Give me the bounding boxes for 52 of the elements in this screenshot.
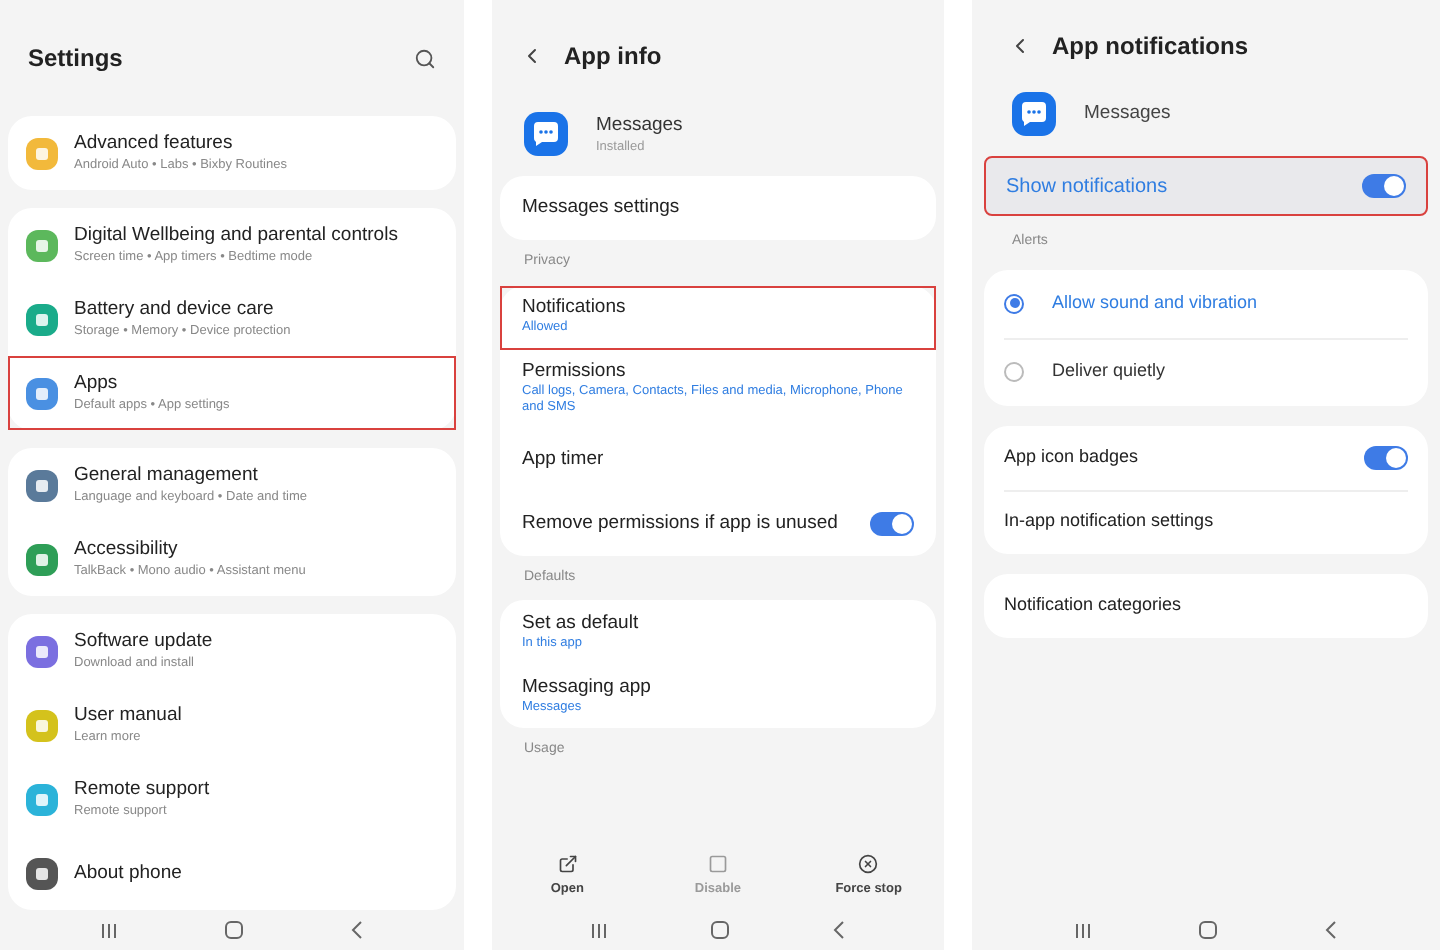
home-icon[interactable] xyxy=(223,920,244,940)
external-link-icon xyxy=(557,853,578,874)
item-title: Digital Wellbeing and parental controls xyxy=(74,224,398,248)
item-title: Apps xyxy=(74,372,120,396)
item-title: Notifications xyxy=(522,296,626,320)
item-title: Software update xyxy=(74,630,213,654)
back-icon[interactable] xyxy=(831,920,846,940)
home-icon[interactable] xyxy=(709,920,730,940)
item-title: Remote support xyxy=(74,778,210,802)
radio-button[interactable] xyxy=(1004,293,1024,313)
item-title: Accessibility xyxy=(74,538,180,562)
search-icon[interactable] xyxy=(414,47,436,69)
settings-item[interactable]: App icon badges xyxy=(1004,425,1408,489)
item-title: Messages settings xyxy=(522,196,680,220)
home-icon[interactable] xyxy=(1197,920,1218,940)
item-title: User manual xyxy=(74,704,182,728)
back-icon[interactable] xyxy=(349,920,364,940)
settings-item[interactable]: In-app notification settings xyxy=(1004,489,1408,553)
item-title: Battery and device care xyxy=(74,298,276,322)
page-title: Settings xyxy=(28,42,123,76)
chat-bubble-icon xyxy=(1012,92,1056,136)
chat-bubble-icon xyxy=(524,112,568,156)
item-title: Messaging app xyxy=(522,675,651,700)
toggle-switch[interactable] xyxy=(1362,174,1406,198)
item-title: Set as default xyxy=(522,611,639,636)
circle-x-icon xyxy=(858,853,879,874)
item-title: App timer xyxy=(522,447,604,471)
toggle-switch[interactable] xyxy=(1364,445,1408,469)
item-title: Remove permissions if app is unused xyxy=(522,511,838,535)
item-title: General management xyxy=(74,464,260,488)
recent-apps-icon[interactable] xyxy=(100,921,119,939)
back-icon[interactable] xyxy=(1324,920,1339,940)
settings-item[interactable]: App timer xyxy=(500,427,936,491)
radio-button[interactable] xyxy=(1004,362,1024,382)
radio-option[interactable]: Deliver quietly xyxy=(1004,337,1408,405)
app-name: Messages xyxy=(1084,99,1171,128)
toggle-switch[interactable] xyxy=(870,511,914,535)
app-name: Messages xyxy=(596,113,683,137)
item-title: About phone xyxy=(74,861,182,885)
recent-apps-icon[interactable] xyxy=(590,921,609,939)
page-title: App notifications xyxy=(1052,30,1248,64)
item-title: Advanced features xyxy=(74,132,235,156)
settings-item[interactable]: About phone xyxy=(8,836,456,910)
recent-apps-icon[interactable] xyxy=(1073,921,1092,939)
settings-item[interactable]: Messages settings xyxy=(500,176,936,240)
settings-item[interactable]: Remove permissions if app is unused xyxy=(500,491,936,555)
settings-item[interactable]: Notification categories xyxy=(1004,573,1408,637)
radio-option[interactable]: Allow sound and vibration xyxy=(1004,269,1408,337)
page-title: App info xyxy=(564,40,662,74)
item-title: Permissions xyxy=(522,359,628,383)
item-title: Show notifications xyxy=(1006,173,1168,201)
square-icon xyxy=(707,853,728,874)
